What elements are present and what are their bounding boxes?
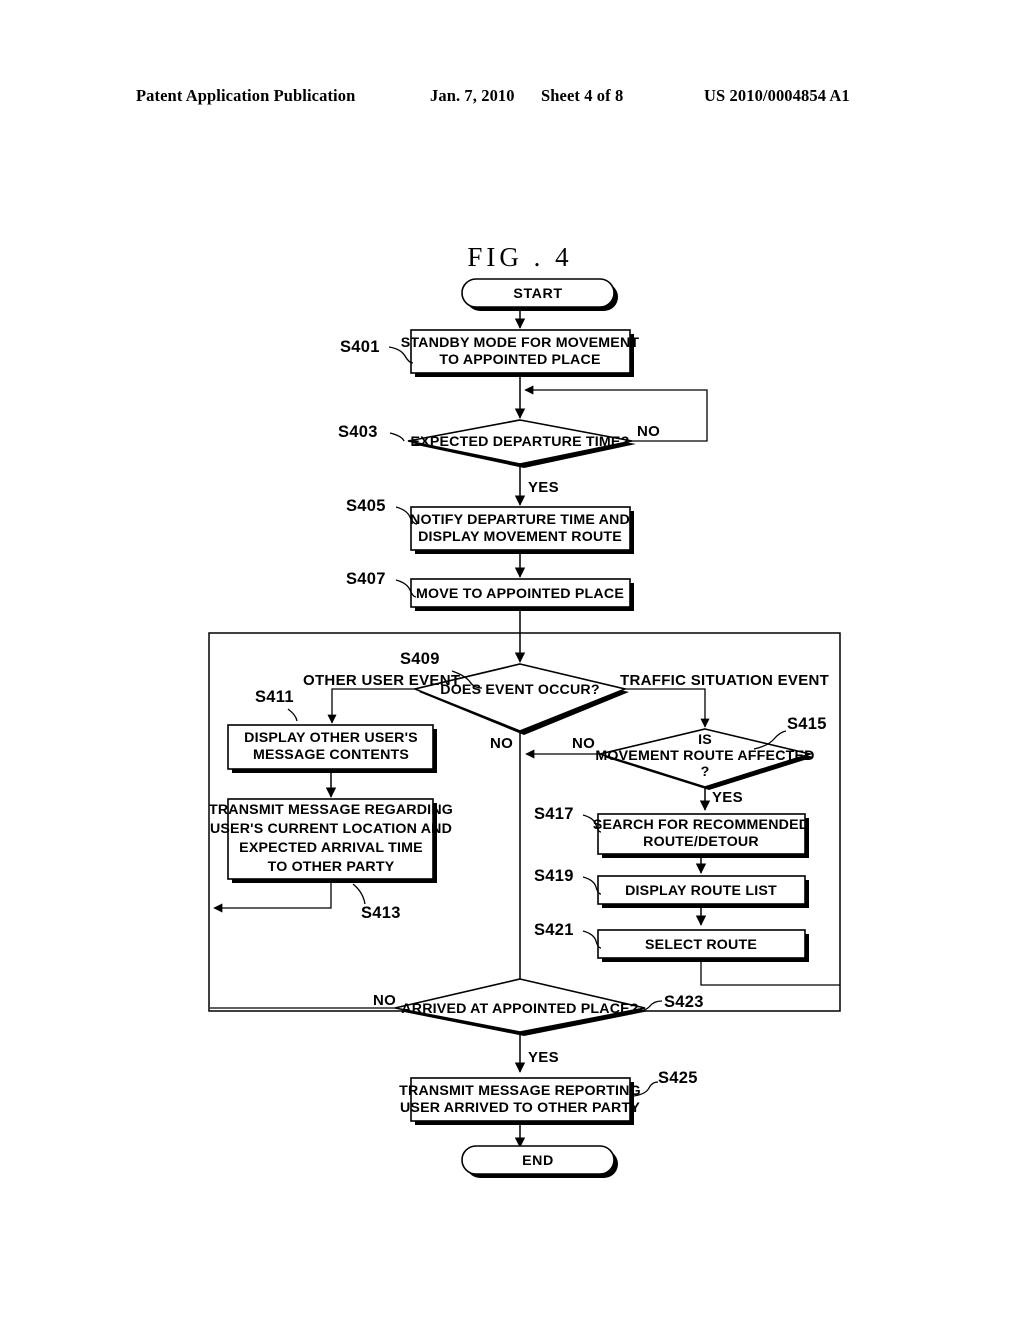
s417-reference: S417 <box>534 805 574 823</box>
node-s401: STANDBY MODE FOR MOVEMENT TO APPOINTED P… <box>401 329 640 377</box>
node-s417: SEARCH FOR RECOMMENDED ROUTE/DETOUR <box>593 813 809 858</box>
s409-branch-left-label: OTHER USER EVENT <box>303 672 460 689</box>
s423-branch-no-label: NO <box>373 992 396 1009</box>
s403-branch-yes-label: YES <box>528 479 559 496</box>
s409-line-1: DOES EVENT OCCUR? <box>440 682 599 698</box>
node-s423: ARRIVED AT APPOINTED PLACE? <box>394 978 649 1036</box>
s415-line-3: ? <box>701 764 710 780</box>
s417-line-2: ROUTE/DETOUR <box>643 834 759 850</box>
s413-leader-line <box>352 883 366 905</box>
s411-leader-line <box>287 708 298 722</box>
s411-line-2: MESSAGE CONTENTS <box>253 747 409 763</box>
s415-branch-yes-label: YES <box>712 789 743 806</box>
s421-line-1: SELECT ROUTE <box>645 937 757 953</box>
s417-line-1: SEARCH FOR RECOMMENDED <box>593 817 809 833</box>
node-s403: EXPECTED DEPARTURE TIME? <box>407 419 636 468</box>
node-s407: MOVE TO APPOINTED PLACE <box>410 578 634 611</box>
s401-reference: S401 <box>340 338 380 356</box>
node-s405: NOTIFY DEPARTURE TIME AND DISPLAY MOVEME… <box>410 506 634 554</box>
s411-line-1: DISPLAY OTHER USER'S <box>244 730 418 746</box>
s415-reference: S415 <box>787 715 827 733</box>
edge-s409-to-s411 <box>327 688 415 724</box>
s425-line-2: USER ARRIVED TO OTHER PARTY <box>400 1100 640 1116</box>
figure-title: FIG . 4 <box>467 242 572 272</box>
s403-line-1: EXPECTED DEPARTURE TIME? <box>411 434 630 450</box>
start-terminal: START <box>461 278 618 311</box>
s401-line-2: TO APPOINTED PLACE <box>439 352 600 368</box>
s407-reference: S407 <box>346 570 386 588</box>
s407-line-1: MOVE TO APPOINTED PLACE <box>416 586 624 602</box>
edge-s421-to-boundary <box>700 958 840 986</box>
start-label: START <box>513 286 562 302</box>
s423-line-1: ARRIVED AT APPOINTED PLACE? <box>401 1001 638 1017</box>
s409-branch-down-label: NO <box>490 735 513 752</box>
s403-reference: S403 <box>338 423 378 441</box>
s405-reference: S405 <box>346 497 386 515</box>
s413-reference: S413 <box>361 904 401 922</box>
figure-4-flowchart: FIG . 4 START STANDBY MODE FOR MOVEMENT … <box>0 0 1024 1320</box>
s405-line-2: DISPLAY MOVEMENT ROUTE <box>418 529 622 545</box>
end-terminal: END <box>461 1145 618 1178</box>
s413-line-1: TRANSMIT MESSAGE REGARDING <box>209 802 453 818</box>
s421-reference: S421 <box>534 921 574 939</box>
s403-leader-line <box>389 432 405 442</box>
s415-branch-no-label: NO <box>572 735 595 752</box>
node-s413: TRANSMIT MESSAGE REGARDING USER'S CURREN… <box>209 798 453 883</box>
s409-branch-right-label: TRAFFIC SITUATION EVENT <box>620 672 829 689</box>
s413-line-4: TO OTHER PARTY <box>268 859 395 875</box>
node-s425: TRANSMIT MESSAGE REPORTING USER ARRIVED … <box>399 1077 641 1125</box>
s425-reference: S425 <box>658 1069 698 1087</box>
s425-line-1: TRANSMIT MESSAGE REPORTING <box>399 1083 641 1099</box>
s409-reference: S409 <box>400 650 440 668</box>
node-s415: IS MOVEMENT ROUTE AFFECTED ? <box>595 728 814 790</box>
node-s421: SELECT ROUTE <box>597 929 809 962</box>
s401-line-1: STANDBY MODE FOR MOVEMENT <box>401 335 640 351</box>
s413-line-2: USER'S CURRENT LOCATION AND <box>210 821 452 837</box>
edge-s413-loopback <box>213 879 332 913</box>
s413-line-3: EXPECTED ARRIVAL TIME <box>239 840 423 856</box>
end-label: END <box>522 1153 554 1169</box>
s419-reference: S419 <box>534 867 574 885</box>
s415-line-2: MOVEMENT ROUTE AFFECTED <box>595 748 814 764</box>
s411-reference: S411 <box>255 688 294 706</box>
node-s411: DISPLAY OTHER USER'S MESSAGE CONTENTS <box>227 724 437 773</box>
s423-reference: S423 <box>664 993 704 1011</box>
edge-s409-to-s415 <box>625 688 710 728</box>
node-s419: DISPLAY ROUTE LIST <box>597 875 809 908</box>
patent-page: Patent Application Publication Jan. 7, 2… <box>0 0 1024 1320</box>
s403-branch-no-label: NO <box>637 423 660 440</box>
s415-line-1: IS <box>698 732 712 748</box>
s419-line-1: DISPLAY ROUTE LIST <box>625 883 777 899</box>
s423-branch-yes-label: YES <box>528 1049 559 1066</box>
s405-line-1: NOTIFY DEPARTURE TIME AND <box>410 512 630 528</box>
